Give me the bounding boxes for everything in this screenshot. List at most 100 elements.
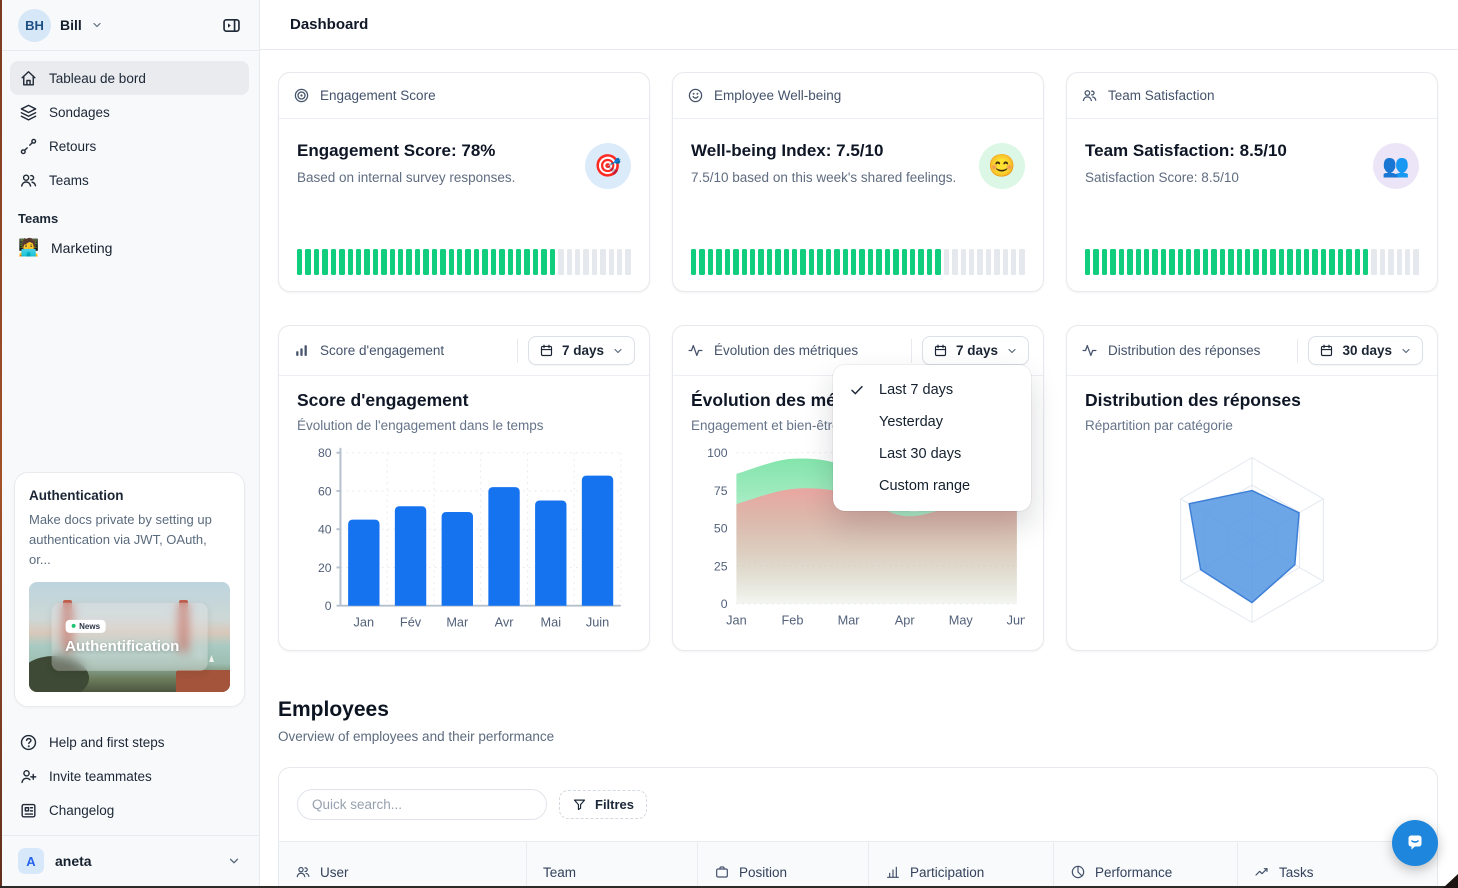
stat-value: Well-being Index: 7.5/10 [691, 141, 956, 161]
bar-chart-icon [885, 864, 901, 880]
menu-item-last-30-days[interactable]: Last 30 days [833, 438, 1031, 470]
newspaper-icon [19, 801, 38, 820]
filters-button[interactable]: Filtres [559, 790, 647, 819]
sidebar-item-label: Teams [49, 173, 89, 188]
promo-description: Make docs private by setting up authenti… [29, 510, 230, 570]
menu-item-custom-range[interactable]: Custom range [833, 470, 1031, 502]
sidebar-item-label: Changelog [49, 803, 114, 818]
chevron-down-icon [91, 19, 103, 31]
users-icon [295, 864, 311, 880]
svg-text:Juin: Juin [586, 614, 609, 629]
svg-text:100: 100 [707, 446, 728, 460]
svg-text:Apr: Apr [895, 612, 916, 627]
svg-text:May: May [949, 612, 974, 627]
bar-chart-icon [293, 342, 310, 359]
sidebar-item-surveys[interactable]: Sondages [10, 95, 249, 129]
column-header-team[interactable]: Team [527, 842, 698, 888]
users-icon [19, 171, 38, 190]
stat-cards-row: Engagement Score Engagement Score: 78% B… [278, 72, 1438, 292]
busts-emoji-icon: 👥 [1373, 143, 1419, 189]
funnel-icon [572, 797, 587, 812]
team-item-label: Marketing [51, 240, 112, 256]
page-title: Dashboard [290, 16, 368, 33]
home-icon [19, 69, 38, 88]
chart-card-metrics-evolution: Évolution des métriques 7 days Évolution… [672, 325, 1044, 651]
sidebar-item-label: Tableau de bord [49, 71, 146, 86]
employees-section-header: Employees Overview of employees and thei… [278, 698, 1438, 744]
svg-text:Jan: Jan [354, 614, 375, 629]
stat-description: Satisfaction Score: 8.5/10 [1085, 170, 1287, 185]
column-header-participation[interactable]: Participation [869, 842, 1054, 888]
dart-target-emoji-icon: 🎯 [585, 143, 631, 189]
stat-card-body: Engagement Score: 78% Based on internal … [279, 119, 649, 189]
stat-card-header: Employee Well-being [673, 73, 1043, 119]
sidebar-nav: Tableau de bord Sondages Retours Teams [0, 51, 259, 197]
chart-card-header-label: Score d'engagement [320, 343, 507, 358]
chevron-down-icon [227, 854, 241, 868]
stat-card-engagement: Engagement Score Engagement Score: 78% B… [278, 72, 650, 292]
account-switcher[interactable]: A aneta [0, 835, 259, 888]
segmented-progress-bar [297, 249, 631, 275]
workspace-switcher[interactable]: BH Bill [0, 0, 259, 50]
sidebar-item-label: Invite teammates [49, 769, 152, 784]
date-range-button[interactable]: 7 days [922, 336, 1029, 365]
smile-icon [687, 87, 704, 104]
svg-text:Mar: Mar [838, 612, 861, 627]
sidebar-item-label: Retours [49, 139, 96, 154]
chart-cards-row: Score d'engagement 7 days Score d'engage… [278, 325, 1438, 651]
collapse-sidebar-button[interactable] [217, 11, 245, 39]
sidebar-item-feedback[interactable]: Retours [10, 129, 249, 163]
segmented-progress-bar [1085, 249, 1419, 275]
date-range-label: 7 days [562, 343, 604, 358]
sidebar-item-changelog[interactable]: Changelog [10, 793, 249, 827]
mouse-cursor-artifact [1443, 874, 1458, 888]
promo-title: Authentication [29, 488, 230, 503]
column-header-user[interactable]: User [279, 842, 527, 888]
chart-card-response-distribution: Distribution des réponses 30 days Distri… [1066, 325, 1438, 651]
intercom-chat-button[interactable] [1392, 820, 1438, 866]
chevron-down-icon [612, 345, 624, 357]
svg-text:80: 80 [318, 446, 332, 460]
divider [517, 339, 518, 363]
divider [1297, 339, 1298, 363]
sidebar-item-label: Sondages [49, 105, 110, 120]
activity-icon [1081, 342, 1098, 359]
menu-item-yesterday[interactable]: Yesterday [833, 406, 1031, 438]
date-range-button[interactable]: 7 days [528, 336, 635, 365]
sailboat-graphic [209, 655, 214, 662]
check-icon [849, 381, 867, 399]
account-avatar: A [18, 848, 44, 874]
activity-icon [687, 342, 704, 359]
chart-title: Score d'engagement [297, 390, 631, 411]
building-graphic [176, 670, 230, 692]
sidebar-item-teams[interactable]: Teams [10, 163, 249, 197]
date-range-button[interactable]: 30 days [1308, 336, 1423, 365]
responses-radar-chart [1085, 439, 1419, 641]
stat-card-satisfaction: Team Satisfaction Team Satisfaction: 8.5… [1066, 72, 1438, 292]
sidebar-item-help[interactable]: Help and first steps [10, 725, 249, 759]
sidebar: BH Bill Tableau de bord Sondag [0, 0, 260, 888]
chat-bubble-icon [1403, 831, 1427, 855]
column-header-performance[interactable]: Performance [1054, 842, 1238, 888]
search-input[interactable] [297, 789, 547, 820]
sidebar-item-marketing[interactable]: 🧑‍💻 Marketing [0, 230, 259, 266]
app-root: BH Bill Tableau de bord Sondag [0, 0, 1458, 888]
stat-value: Engagement Score: 78% [297, 141, 515, 161]
chart-card-header-label: Distribution des réponses [1108, 343, 1287, 358]
svg-text:20: 20 [318, 561, 332, 575]
stat-card-body: Team Satisfaction: 8.5/10 Satisfaction S… [1067, 119, 1437, 189]
sidebar-item-invite[interactable]: Invite teammates [10, 759, 249, 793]
chevron-down-icon [1400, 345, 1412, 357]
employees-table-card: Filtres User Team [278, 767, 1438, 888]
stat-card-wellbeing: Employee Well-being Well-being Index: 7.… [672, 72, 1044, 292]
employees-title: Employees [278, 698, 1438, 722]
target-icon [293, 87, 310, 104]
menu-item-last-7-days[interactable]: Last 7 days [833, 374, 1031, 406]
column-header-position[interactable]: Position [698, 842, 869, 888]
filters-label: Filtres [595, 797, 634, 812]
chevron-down-icon [1006, 345, 1018, 357]
sidebar-item-dashboard[interactable]: Tableau de bord [10, 61, 249, 95]
news-badge: News [65, 620, 106, 633]
chart-subtitle: Évolution de l'engagement dans le temps [297, 418, 631, 433]
promo-card-authentication[interactable]: Authentication Make docs private by sett… [14, 472, 245, 707]
